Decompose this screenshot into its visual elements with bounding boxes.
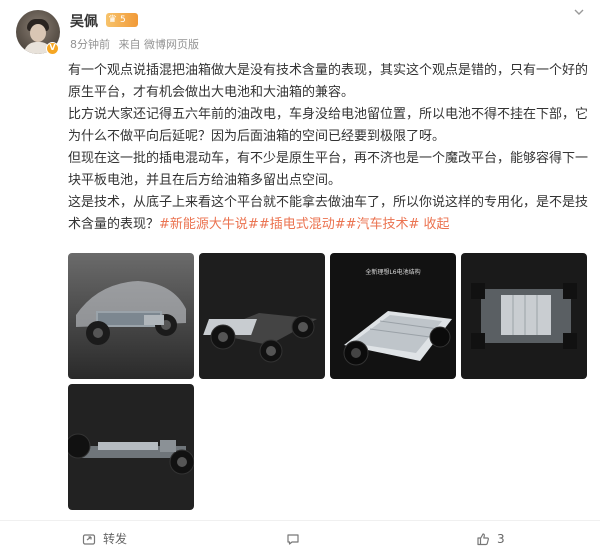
chassis-side-view-image [68, 384, 194, 510]
post-image[interactable] [461, 253, 587, 379]
crown-icon: ♛ [108, 14, 117, 25]
thumbs-up-icon [477, 532, 489, 545]
like-count: 3 [497, 531, 505, 546]
weibo-post: V 吴佩 ♛ 5 8分钟前 来自 微博网页版 有一个观点说插混把油箱做大是没有技… [0, 0, 600, 555]
post-image[interactable] [199, 253, 325, 379]
user-name[interactable]: 吴佩 [70, 11, 98, 31]
post-time[interactable]: 8分钟前 [70, 38, 110, 51]
collapse-link[interactable]: 收起 [424, 217, 450, 232]
share-icon [82, 533, 96, 545]
post-image[interactable] [68, 384, 194, 510]
avatar-face [30, 24, 46, 42]
chassis-top-view-image [461, 253, 587, 379]
post-paragraph: 这是技术，从底子上来看这个平台就不能拿去做油车了，所以你说这样的专用化，是不是技… [68, 192, 588, 236]
post-content: 有一个观点说插混把油箱做大是没有技术含量的表现，其实这个观点是错的，只有一个好的… [68, 60, 588, 236]
level-badge[interactable]: ♛ 5 [106, 13, 138, 27]
comment-button[interactable] [286, 521, 307, 555]
comment-icon [287, 533, 299, 545]
hashtag-link[interactable]: #插电式混动# [259, 217, 346, 232]
post-meta: 8分钟前 来自 微博网页版 [70, 36, 204, 52]
image-caption: 全新理想L6电池结构 [365, 269, 421, 276]
level-number: 5 [120, 15, 126, 25]
verified-badge: V [46, 42, 59, 55]
share-button[interactable]: 转发 [82, 521, 127, 555]
post-paragraph: 但现在这一批的插电混动车，有不少是原生平台，再不济也是一个魔改平台，能够容得下一… [68, 151, 589, 188]
post-source: 来自 微博网页版 [118, 38, 200, 51]
post-image[interactable]: 全新理想L6电池结构 [330, 253, 456, 379]
chevron-down-icon[interactable] [572, 6, 586, 20]
platform-chassis-image [199, 253, 325, 379]
share-label: 转发 [103, 532, 128, 546]
post-image[interactable] [68, 253, 194, 379]
hashtag-link[interactable]: #汽车技术# [346, 217, 420, 232]
like-button[interactable]: 3 [476, 521, 505, 555]
hashtag-link[interactable]: #新能源大牛说# [159, 217, 259, 232]
post-paragraph: 有一个观点说插混把油箱做大是没有技术含量的表现，其实这个观点是错的，只有一个好的… [68, 63, 589, 100]
post-paragraph: 比方说大家还记得五六年前的油改电，车身没给电池留位置，所以电池不得不挂在下部，它… [68, 107, 589, 144]
car-chassis-image [68, 253, 194, 379]
action-bar: 转发 3 [0, 520, 600, 555]
